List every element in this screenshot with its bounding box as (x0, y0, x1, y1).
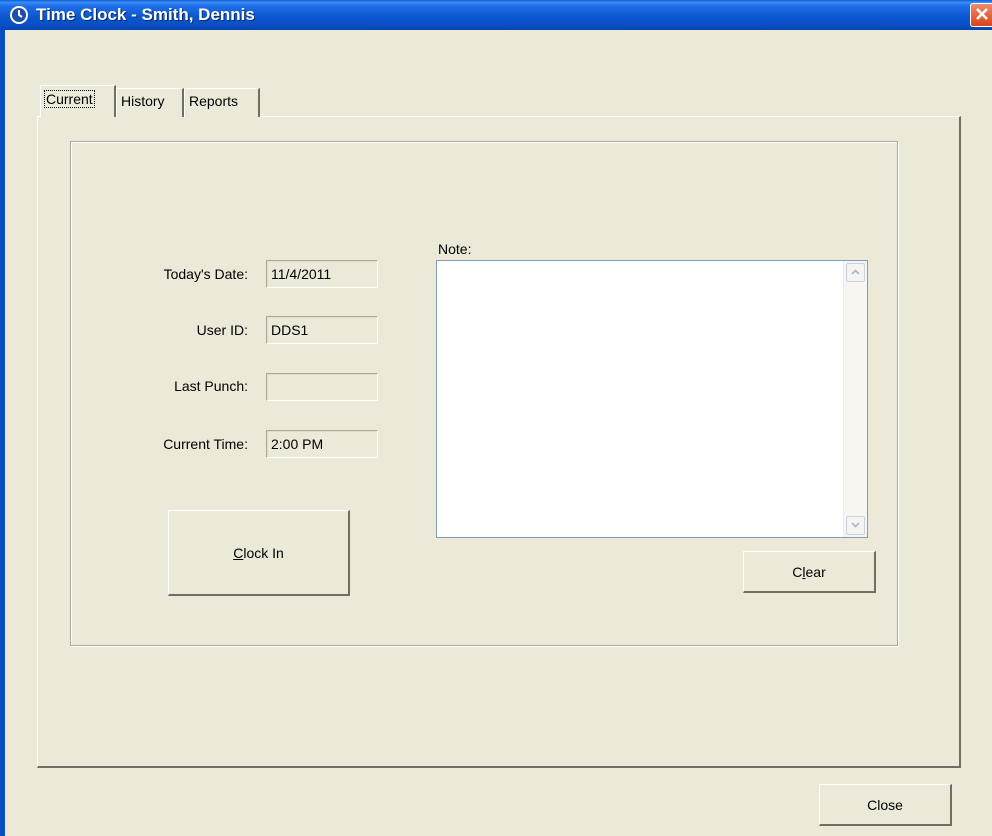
title-bar[interactable]: Time Clock - Smith, Dennis (0, 0, 992, 30)
tab-current[interactable]: Current (40, 85, 116, 117)
scroll-down-button[interactable] (846, 516, 865, 535)
note-textarea[interactable] (436, 260, 868, 538)
user-id-label: User ID: (196, 322, 248, 338)
note-label: Note: (438, 241, 472, 257)
note-text (437, 261, 867, 269)
chevron-up-icon (851, 269, 860, 275)
close-button[interactable]: Close (819, 784, 952, 826)
todays-date-field: 11/4/2011 (266, 260, 378, 288)
current-time-field: 2:00 PM (266, 430, 378, 458)
scroll-up-button[interactable] (846, 263, 865, 282)
last-punch-label: Last Punch: (174, 378, 248, 394)
window-title: Time Clock - Smith, Dennis (36, 5, 255, 24)
clock-icon (10, 6, 28, 24)
close-icon (975, 8, 988, 20)
note-scrollbar[interactable] (843, 261, 867, 537)
window-frame (0, 30, 5, 836)
clock-in-button[interactable]: Clock In (168, 510, 350, 596)
last-punch-field (266, 373, 378, 401)
chevron-down-icon (851, 522, 860, 528)
tab-history[interactable]: History (116, 88, 184, 117)
current-time-label: Current Time: (163, 436, 248, 452)
todays-date-label: Today's Date: (163, 266, 248, 282)
window-close-button[interactable] (970, 3, 992, 27)
user-id-field: DDS1 (266, 316, 378, 344)
clear-button[interactable]: Clear (743, 551, 876, 593)
tab-reports[interactable]: Reports (184, 88, 260, 117)
